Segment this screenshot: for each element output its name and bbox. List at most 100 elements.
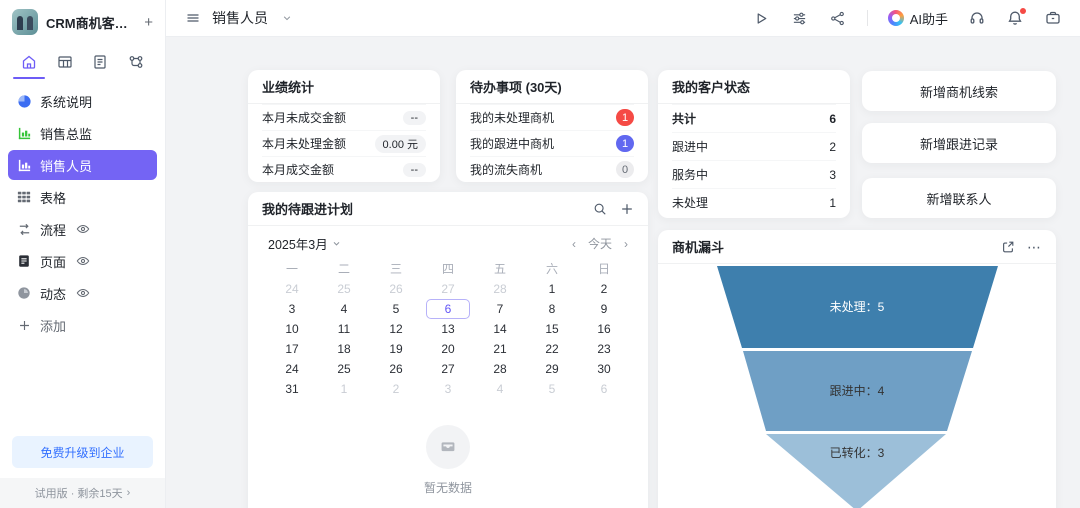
sidebar-item-pages[interactable]: 页面 (8, 246, 157, 276)
calendar-day[interactable]: 15 (526, 319, 578, 339)
ai-assistant-button[interactable]: AI助手 (887, 9, 948, 28)
add-followup-button[interactable]: 新增跟进记录 (862, 123, 1056, 163)
calendar-day[interactable]: 25 (318, 359, 370, 379)
calendar-day[interactable]: 30 (578, 359, 630, 379)
trial-status-bar[interactable]: 试用版 · 剩余15天 › (0, 478, 165, 508)
calendar-day[interactable]: 29 (526, 359, 578, 379)
calendar-day-today[interactable]: 6 (426, 299, 470, 319)
main-content: 业绩统计 本月未成交金额 -- 本月未处理金额 0.00 元 本月成交金额 --… (166, 37, 1080, 508)
calendar-day[interactable]: 3 (422, 379, 474, 399)
calendar-day[interactable]: 25 (318, 279, 370, 299)
calendar-day[interactable]: 11 (318, 319, 370, 339)
sidebar-item-label: 销售总监 (40, 126, 93, 142)
customer-status-card: 我的客户状态 共计 6 跟进中 2 服务中 3 未处理 1 (658, 70, 850, 218)
calendar-day[interactable]: 26 (370, 359, 422, 379)
status-row-total[interactable]: 共计 6 (672, 104, 836, 132)
hamburger-menu-icon[interactable] (184, 9, 202, 27)
sidebar-nav: 系统说明 销售总监 销售人员 表格 流程 页面 动态 添加 (0, 76, 165, 340)
sidebar-item-system-notes[interactable]: 系统说明 (8, 86, 157, 116)
calendar-day[interactable]: 18 (318, 339, 370, 359)
workspace-title: CRM商机客户管理... (46, 15, 136, 31)
sidebar-add-item[interactable]: 添加 (8, 310, 157, 340)
toolbar-divider (866, 10, 868, 26)
sidebar-item-sales-rep[interactable]: 销售人员 (8, 150, 157, 180)
calendar-day[interactable]: 27 (422, 359, 474, 379)
calendar-day[interactable]: 14 (474, 319, 526, 339)
add-contact-button[interactable]: 新增联系人 (862, 178, 1056, 218)
plus-icon[interactable] (619, 201, 634, 216)
play-icon[interactable] (753, 9, 771, 27)
calendar-day[interactable]: 31 (266, 379, 318, 399)
add-lead-button[interactable]: 新增商机线索 (862, 71, 1056, 111)
stat-row[interactable]: 本月未成交金额 -- (262, 104, 426, 130)
calendar-day[interactable]: 3 (266, 299, 318, 319)
eye-icon[interactable] (76, 222, 90, 236)
status-row[interactable]: 未处理 1 (672, 188, 836, 216)
calendar-day[interactable]: 22 (526, 339, 578, 359)
calendar-day[interactable]: 19 (370, 339, 422, 359)
status-row[interactable]: 服务中 3 (672, 160, 836, 188)
tab-flows[interactable] (123, 49, 149, 75)
calendar-day[interactable]: 4 (474, 379, 526, 399)
count-badge: 1 (616, 109, 634, 126)
headset-icon[interactable] (968, 9, 986, 27)
calendar-day[interactable]: 1 (318, 379, 370, 399)
todo-row[interactable]: 我的流失商机 0 (470, 156, 634, 182)
todo-row[interactable]: 我的未处理商机 1 (470, 104, 634, 130)
tab-tables[interactable] (52, 49, 78, 75)
eye-icon[interactable] (76, 286, 90, 300)
calendar-day[interactable]: 23 (578, 339, 630, 359)
tab-home[interactable] (13, 49, 45, 79)
weekday-label: 四 (441, 261, 454, 276)
calendar-day[interactable]: 24 (266, 359, 318, 379)
calendar-day[interactable]: 10 (266, 319, 318, 339)
calendar-day[interactable]: 20 (422, 339, 474, 359)
calendar-day[interactable]: 4 (318, 299, 370, 319)
search-icon[interactable] (592, 201, 607, 216)
next-month-button[interactable]: › (624, 237, 628, 251)
upgrade-button[interactable]: 免费升级到企业 (12, 436, 153, 468)
calendar-day[interactable]: 21 (474, 339, 526, 359)
month-selector[interactable]: 2025年3月 (268, 234, 341, 253)
calendar-day[interactable]: 28 (474, 279, 526, 299)
calendar-day[interactable]: 5 (526, 379, 578, 399)
calendar-day[interactable]: 6 (578, 379, 630, 399)
bell-icon[interactable] (1006, 8, 1026, 27)
eye-icon[interactable] (76, 254, 90, 268)
calendar-day[interactable]: 17 (266, 339, 318, 359)
calendar-day[interactable]: 8 (526, 299, 578, 319)
sidebar-item-activity[interactable]: 动态 (8, 278, 157, 308)
calendar-day[interactable]: 9 (578, 299, 630, 319)
tab-forms[interactable] (87, 49, 113, 75)
chevron-down-icon[interactable] (278, 9, 296, 27)
workbench-icon[interactable] (1044, 9, 1062, 27)
calendar-day[interactable]: 13 (422, 319, 474, 339)
workspace-add-icon[interactable]: + (144, 15, 153, 30)
calendar-day[interactable]: 26 (370, 279, 422, 299)
calendar-day[interactable]: 2 (370, 379, 422, 399)
share-icon[interactable] (829, 9, 847, 27)
prev-month-button[interactable]: ‹ (572, 237, 576, 251)
status-row[interactable]: 跟进中 2 (672, 132, 836, 160)
sidebar-item-flows[interactable]: 流程 (8, 214, 157, 244)
sidebar-item-tables[interactable]: 表格 (8, 182, 157, 212)
calendar-day[interactable]: 5 (370, 299, 422, 319)
calendar-day[interactable]: 1 (526, 279, 578, 299)
calendar-day[interactable]: 24 (266, 279, 318, 299)
open-in-new-icon[interactable] (1000, 239, 1015, 254)
calendar-empty-state: 暂无数据 (248, 425, 648, 496)
calendar-day[interactable]: 7 (474, 299, 526, 319)
stat-row[interactable]: 本月未处理金额 0.00 元 (262, 130, 426, 156)
calendar-day[interactable]: 16 (578, 319, 630, 339)
calendar-day[interactable]: 28 (474, 359, 526, 379)
today-button[interactable]: 今天 (588, 235, 612, 252)
more-options-icon[interactable]: ⋯ (1027, 240, 1042, 254)
calendar-day[interactable]: 27 (422, 279, 474, 299)
calendar-day[interactable]: 12 (370, 319, 422, 339)
stat-row[interactable]: 本月成交金额 -- (262, 156, 426, 182)
workspace-row[interactable]: CRM商机客户管理... + (0, 0, 165, 42)
sidebar-item-sales-director[interactable]: 销售总监 (8, 118, 157, 148)
todo-row[interactable]: 我的跟进中商机 1 (470, 130, 634, 156)
calendar-day[interactable]: 2 (578, 279, 630, 299)
tune-icon[interactable] (791, 9, 809, 27)
